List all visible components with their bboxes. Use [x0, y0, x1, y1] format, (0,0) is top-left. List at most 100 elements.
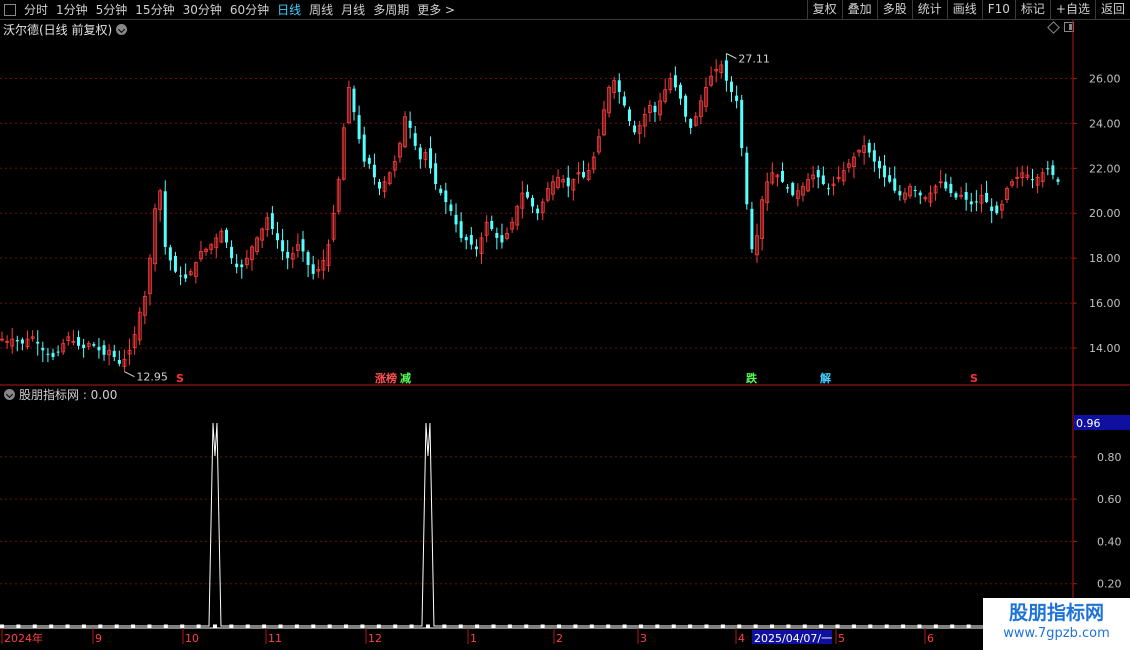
candle-body	[536, 208, 540, 214]
y-tick-label: 20.00	[1089, 207, 1121, 220]
indicator-line	[2, 422, 985, 627]
time-label: 10	[185, 632, 199, 645]
candle-body	[281, 240, 285, 252]
candle-body	[275, 233, 279, 241]
time-label: 2	[556, 632, 563, 645]
candle-body	[893, 178, 897, 191]
candle-body	[449, 204, 453, 211]
candle-body	[490, 220, 494, 229]
candle-body	[673, 75, 677, 88]
high-pointer	[726, 53, 737, 59]
candle-body	[745, 152, 749, 205]
candle-body	[112, 350, 116, 358]
candle-body	[1046, 168, 1050, 170]
watermark-logo: 股朋指标网 www.7gpzb.com	[983, 598, 1130, 650]
watermark-title: 股朋指标网	[1008, 602, 1104, 624]
candle-body	[826, 188, 830, 190]
candle-body	[740, 99, 744, 149]
candle-body	[617, 80, 621, 92]
candle-body	[898, 191, 902, 196]
candle-body	[877, 160, 881, 169]
event-marker: S	[970, 372, 978, 385]
candle-body	[684, 95, 688, 117]
time-label: 5	[838, 632, 845, 645]
indicator-point	[425, 624, 430, 628]
candle-body	[888, 175, 892, 182]
candle-body	[444, 190, 448, 203]
candle-body	[949, 183, 953, 194]
candle-body	[653, 105, 657, 113]
candle-body	[357, 115, 361, 140]
chart-area[interactable]: 27.11 12.95 S 涨榜减 跌 解 S 26.00 24.00 22.00 20.00 18…	[0, 0, 1130, 650]
event-marker: 解	[820, 371, 831, 385]
candle-body	[913, 190, 917, 192]
candle-body	[51, 352, 55, 358]
candle-body	[77, 336, 81, 346]
candle-body	[82, 344, 86, 349]
time-label: 3	[640, 632, 647, 645]
candle-body	[786, 187, 790, 189]
candle-body	[352, 88, 356, 113]
y-tick-label: 14.00	[1089, 342, 1121, 355]
time-label: 1	[470, 632, 477, 645]
time-label: 4	[738, 632, 745, 645]
candle-body	[990, 206, 994, 211]
candle-body	[791, 182, 795, 196]
time-label: 2024年	[4, 631, 43, 645]
candle-body	[36, 341, 40, 344]
y-tick-label: 0.20	[1097, 578, 1122, 591]
candle-body	[730, 81, 734, 92]
candle-body	[735, 95, 739, 101]
y-tick-label: 22.00	[1089, 162, 1121, 175]
low-pointer	[124, 371, 135, 378]
candle-body	[1051, 165, 1055, 176]
current-value-label: 0.96	[1076, 417, 1101, 430]
candle-body	[495, 233, 499, 238]
candle-body	[464, 237, 468, 241]
candle-body	[1030, 179, 1034, 181]
candle-body	[872, 150, 876, 162]
candle-body	[867, 142, 871, 153]
time-label: 12	[368, 632, 382, 645]
event-marker: 减	[400, 371, 411, 385]
candle-body	[995, 205, 999, 214]
candle-body	[306, 252, 310, 265]
time-label: 9	[95, 632, 102, 645]
candle-body	[531, 197, 535, 207]
candle-body	[566, 177, 570, 187]
candle-body	[418, 147, 422, 160]
watermark-url: www.7gpzb.com	[1003, 626, 1110, 641]
candle-body	[883, 165, 887, 178]
candle-body	[270, 213, 274, 229]
candle-body	[413, 133, 417, 146]
candle-body	[230, 246, 234, 259]
y-tick-label: 0.60	[1097, 493, 1122, 506]
candle-body	[582, 172, 586, 178]
candle-body	[378, 181, 382, 189]
time-label: 6	[927, 632, 934, 645]
y-tick-label: 18.00	[1089, 252, 1121, 265]
candle-body	[97, 346, 101, 351]
y-tick-label: 0.80	[1097, 451, 1122, 464]
candle-body	[918, 192, 922, 196]
candle-body	[474, 246, 478, 250]
candle-body	[235, 263, 239, 268]
y-tick-label: 26.00	[1089, 72, 1121, 85]
candle-body	[224, 229, 228, 243]
candle-body	[429, 148, 433, 169]
candle-body	[367, 157, 371, 164]
candle-body	[1056, 179, 1060, 182]
candle-body	[311, 264, 315, 274]
candle-body	[622, 96, 626, 106]
candle-body	[633, 125, 637, 133]
candle-body	[500, 235, 504, 243]
candle-body	[41, 347, 45, 351]
candle-body	[678, 84, 682, 99]
candle-body	[821, 175, 825, 185]
cursor-date-label: 2025/04/07/一	[754, 632, 832, 645]
event-marker: 跌	[746, 371, 758, 385]
candle-body	[117, 359, 121, 364]
candle-body	[15, 340, 19, 342]
candle-body	[163, 191, 167, 247]
candle-body	[286, 251, 290, 259]
